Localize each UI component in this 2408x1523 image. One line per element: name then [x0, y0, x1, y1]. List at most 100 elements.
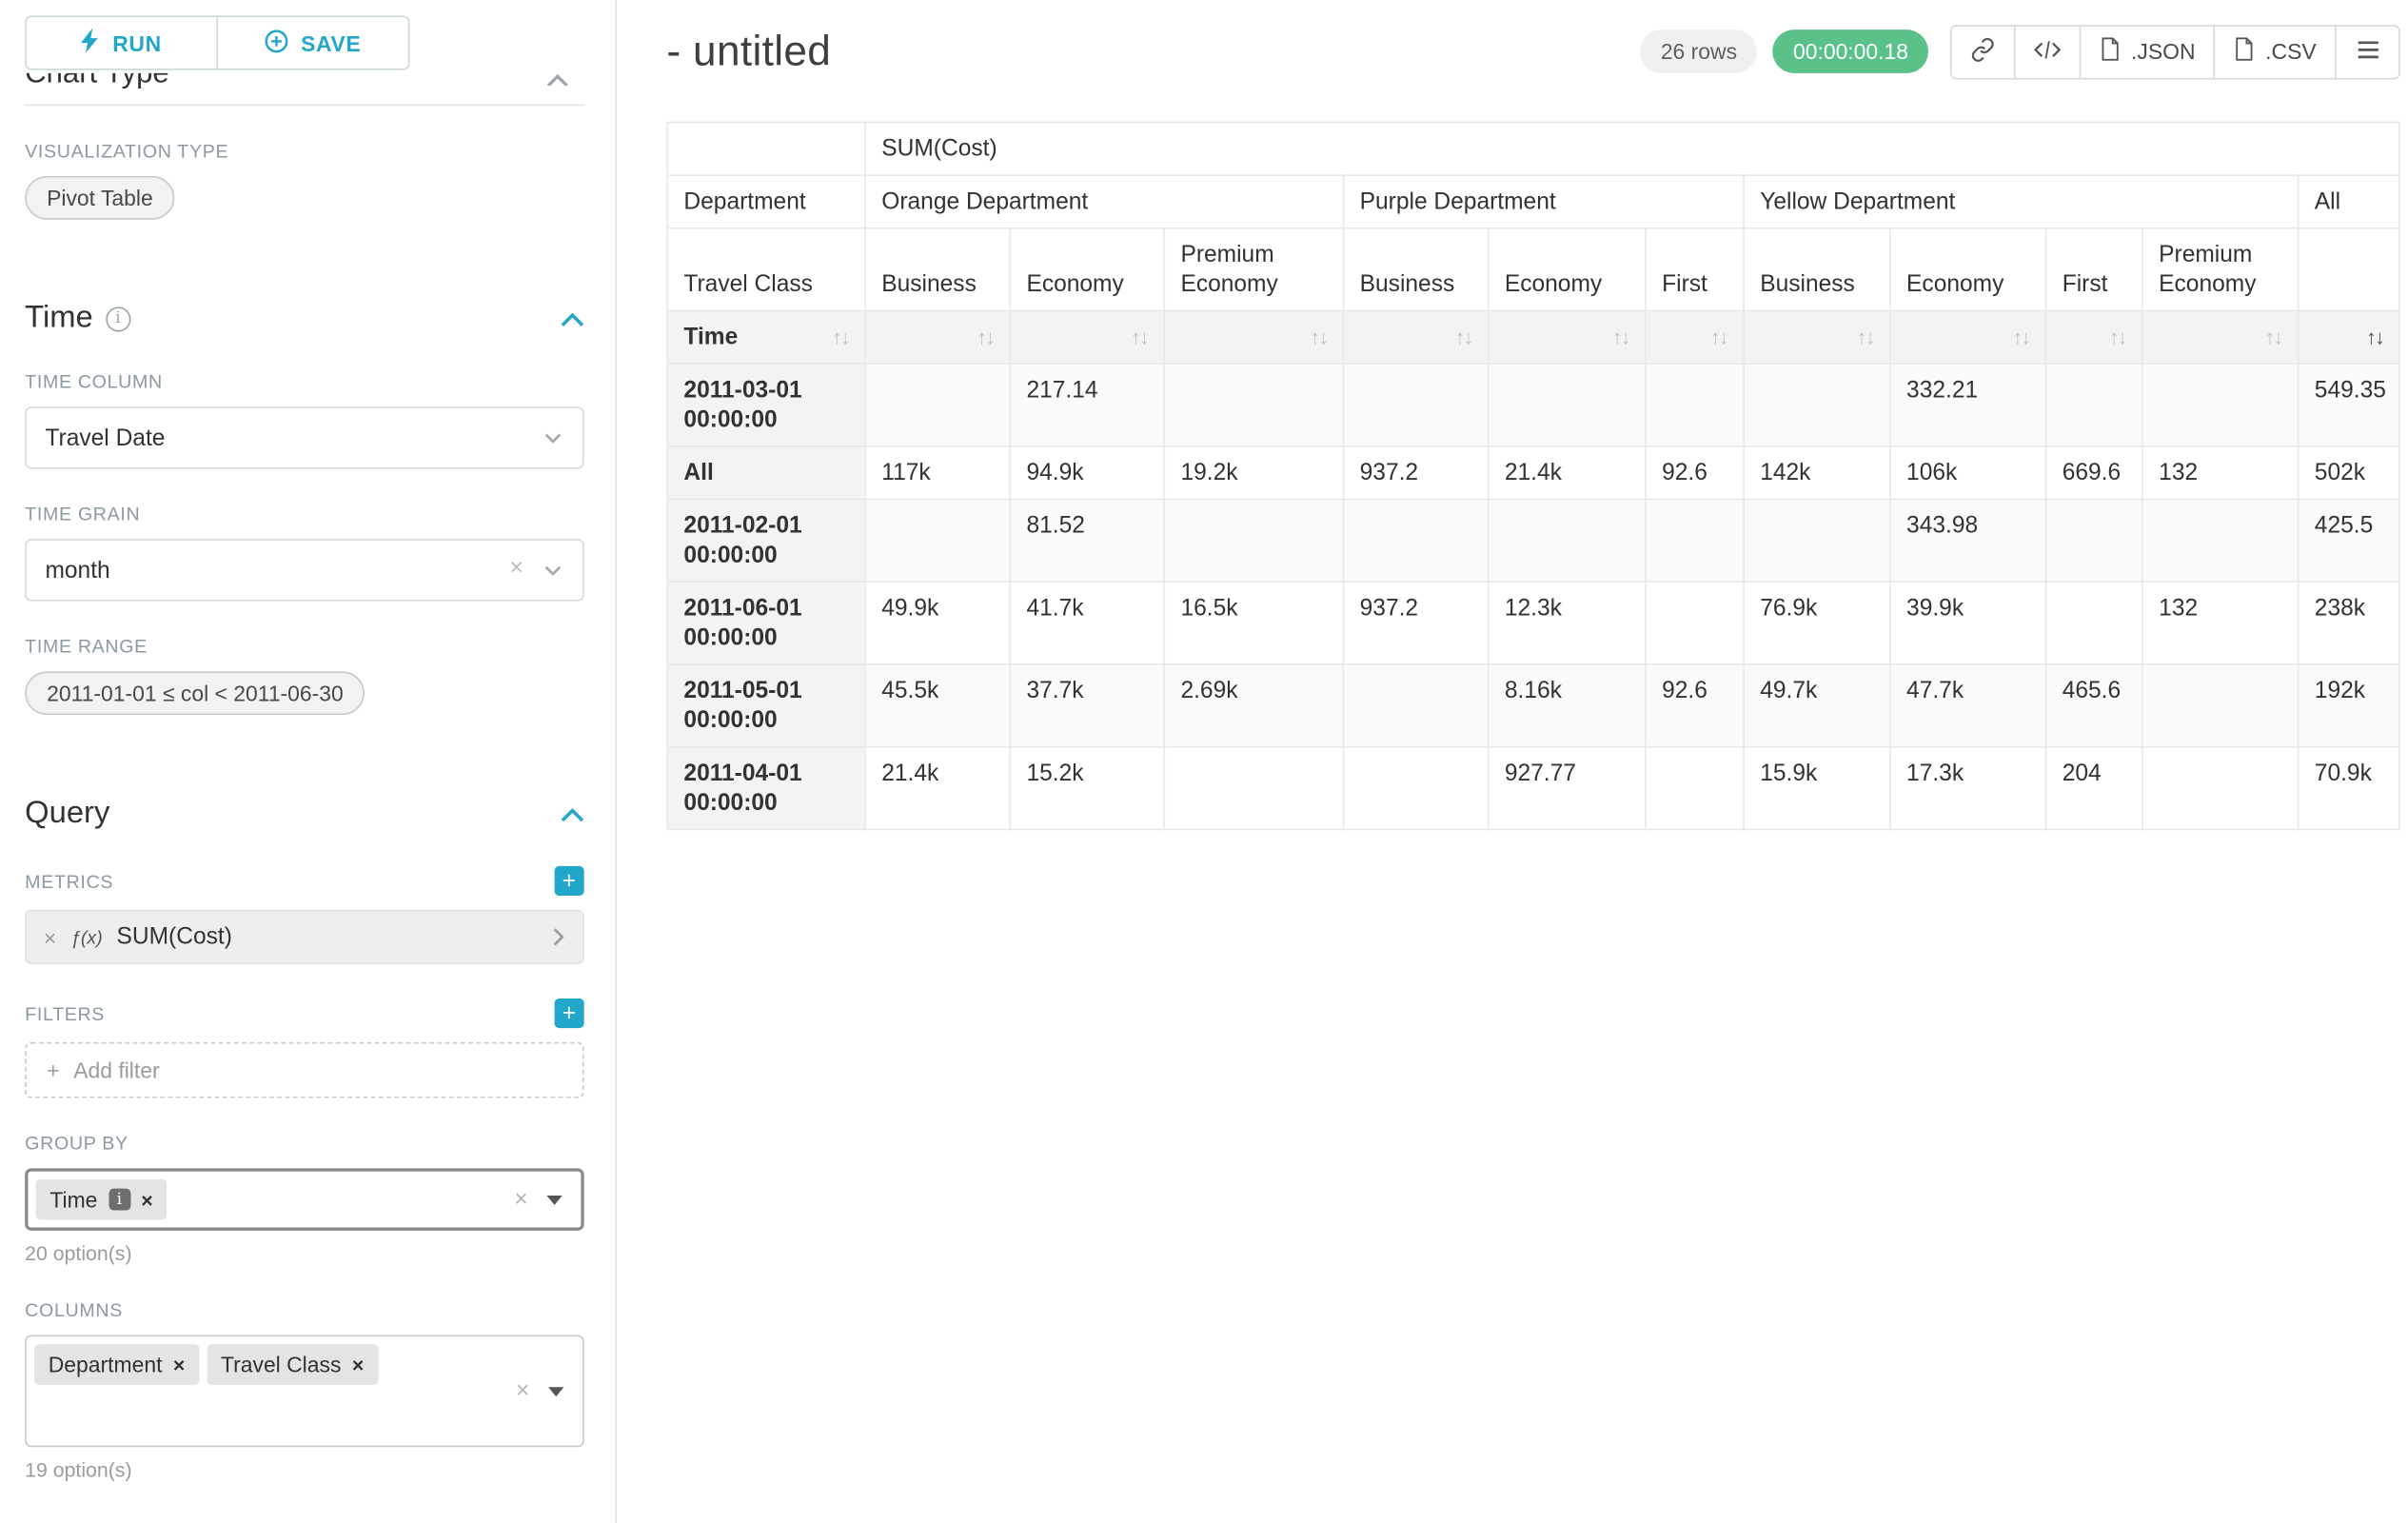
add-metric-button[interactable]: + — [555, 866, 584, 896]
value-cell — [1646, 582, 1744, 664]
value-cell — [1744, 499, 1890, 582]
export-csv-button[interactable]: .CSV — [2214, 24, 2337, 78]
sort-cell[interactable]: ↑↓ — [1010, 310, 1164, 364]
sort-cell[interactable]: ↑↓ — [2299, 310, 2400, 364]
export-json-label: .JSON — [2131, 39, 2195, 64]
group-by-select[interactable]: Time i × × — [25, 1168, 583, 1230]
info-icon[interactable]: i — [109, 1189, 130, 1211]
remove-tag-icon[interactable]: × — [141, 1188, 152, 1212]
time-range-label: TIME RANGE — [25, 636, 583, 658]
time-grain-label: TIME GRAIN — [25, 504, 583, 525]
group-by-tag[interactable]: Time i × — [36, 1179, 168, 1220]
columns-option-count: 19 option(s) — [25, 1458, 583, 1482]
clear-icon[interactable]: × — [514, 1186, 527, 1213]
collapse-chevron-icon[interactable] — [546, 67, 568, 86]
class-header: First — [2046, 228, 2142, 311]
sort-cell[interactable]: ↑↓ — [1646, 310, 1744, 364]
superset-explore-view: RUN SAVE Chart Type VISUALIZATION TYPE P… — [0, 0, 2408, 1523]
value-cell: 425.5 — [2299, 499, 2400, 582]
value-cell — [2142, 747, 2299, 830]
run-button[interactable]: RUN — [25, 15, 218, 69]
value-cell: 39.9k — [1890, 582, 2046, 664]
sort-cell[interactable]: ↑↓ — [2046, 310, 2142, 364]
caret-down-icon[interactable] — [548, 1386, 563, 1395]
metric-option[interactable]: × ƒ(x) SUM(Cost) — [25, 910, 583, 964]
row-header: 2011-02-01 00:00:00 — [667, 499, 865, 582]
columns-tag[interactable]: Travel Class × — [207, 1344, 378, 1385]
chart-type-heading-clipped: Chart Type — [25, 73, 583, 95]
remove-tag-icon[interactable]: × — [173, 1353, 185, 1376]
share-link-button[interactable] — [1950, 24, 2016, 78]
sort-icon[interactable]: ↑↓ — [2109, 323, 2126, 352]
value-cell: 15.9k — [1744, 747, 1890, 830]
export-json-button[interactable]: .JSON — [2080, 24, 2216, 78]
chevron-right-icon[interactable] — [551, 927, 565, 947]
collapse-chevron-icon[interactable] — [561, 310, 584, 326]
sort-icon[interactable]: ↑↓ — [832, 323, 849, 352]
value-cell: 21.4k — [865, 747, 1010, 830]
sort-cell[interactable]: ↑↓ — [865, 310, 1010, 364]
sort-icon[interactable]: ↑↓ — [977, 323, 994, 352]
time-range-value[interactable]: 2011-01-01 ≤ col < 2011-06-30 — [25, 671, 365, 715]
sort-desc-active-icon[interactable]: ↑↓ — [2366, 323, 2383, 352]
caret-down-icon[interactable] — [546, 1195, 562, 1204]
columns-tag-label: Department — [49, 1352, 163, 1376]
sort-icon[interactable]: ↑↓ — [1710, 323, 1727, 352]
visualization-type-value[interactable]: Pivot Table — [25, 176, 174, 220]
time-grain-value: month — [45, 557, 109, 583]
remove-metric-icon[interactable]: × — [44, 924, 56, 949]
value-cell: 502k — [2299, 446, 2400, 500]
menu-button[interactable] — [2335, 24, 2400, 78]
clear-icon[interactable]: × — [516, 1377, 529, 1404]
value-cell — [865, 364, 1010, 446]
sort-cell[interactable]: ↑↓ — [1164, 310, 1343, 364]
chart-title[interactable]: - untitled — [666, 28, 831, 76]
sort-cell[interactable]: ↑↓ — [1343, 310, 1488, 364]
add-filter-plus-button[interactable]: + — [555, 999, 584, 1028]
class-header-empty — [2299, 228, 2400, 311]
view-query-button[interactable] — [2014, 24, 2081, 78]
sort-icon[interactable]: ↑↓ — [1131, 323, 1148, 352]
value-cell: 927.77 — [1489, 747, 1646, 830]
file-icon — [2100, 37, 2120, 65]
clear-icon[interactable]: × — [510, 555, 523, 582]
link-icon — [1970, 36, 1995, 66]
sort-cell[interactable]: ↑↓ — [1744, 310, 1890, 364]
value-cell — [1164, 364, 1343, 446]
add-filter-field[interactable]: + Add filter — [25, 1042, 583, 1098]
remove-tag-icon[interactable]: × — [352, 1353, 364, 1376]
class-header: Business — [865, 228, 1010, 311]
value-cell: 142k — [1744, 446, 1890, 500]
sort-icon[interactable]: ↑↓ — [2012, 323, 2029, 352]
sort-cell[interactable]: ↑↓ — [1489, 310, 1646, 364]
columns-tag[interactable]: Department × — [34, 1344, 199, 1385]
function-icon: ƒ(x) — [70, 926, 103, 948]
group-header: Purple Department — [1343, 175, 1744, 228]
sort-cell[interactable]: ↑↓ — [1890, 310, 2046, 364]
sort-icon[interactable]: ↑↓ — [1310, 323, 1327, 352]
time-column-select[interactable]: Travel Date — [25, 406, 583, 468]
sort-icon[interactable]: ↑↓ — [1454, 323, 1471, 352]
value-cell: 937.2 — [1343, 582, 1488, 664]
info-icon[interactable]: i — [106, 307, 130, 331]
time-sort-cell[interactable]: Time ↑↓ — [667, 310, 865, 364]
bolt-icon — [81, 28, 100, 57]
sort-icon[interactable]: ↑↓ — [1612, 323, 1629, 352]
value-cell: 192k — [2299, 664, 2400, 747]
row-header: 2011-03-01 00:00:00 — [667, 364, 865, 446]
sort-cell[interactable]: ↑↓ — [2142, 310, 2299, 364]
sort-icon[interactable]: ↑↓ — [2264, 323, 2281, 352]
pivot-table: SUM(Cost) Department Orange Department P… — [666, 122, 2400, 831]
class-header: Business — [1744, 228, 1890, 311]
value-cell: 49.9k — [865, 582, 1010, 664]
value-cell: 332.21 — [1890, 364, 2046, 446]
sort-icon[interactable]: ↑↓ — [1857, 323, 1874, 352]
collapse-chevron-icon[interactable] — [561, 806, 584, 821]
columns-select[interactable]: Department × Travel Class × × — [25, 1335, 583, 1447]
value-cell: 45.5k — [865, 664, 1010, 747]
time-grain-select[interactable]: month × — [25, 539, 583, 601]
value-cell: 16.5k — [1164, 582, 1343, 664]
chevron-down-icon — [543, 564, 563, 578]
save-button[interactable]: SAVE — [216, 15, 409, 69]
table-row: 2011-06-01 00:00:0049.9k41.7k16.5k937.21… — [667, 582, 2399, 664]
